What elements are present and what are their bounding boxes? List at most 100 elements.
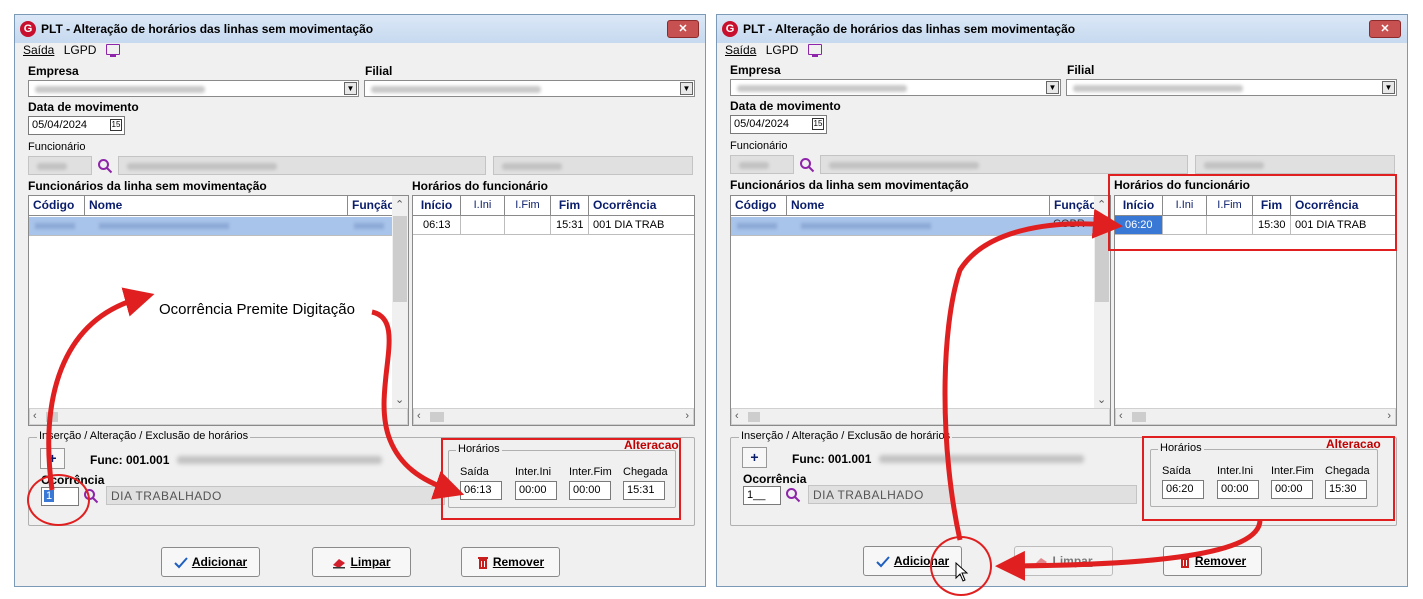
- col-funcao[interactable]: Função: [1050, 196, 1097, 215]
- limpar-label: Limpar: [1052, 554, 1093, 568]
- horizontal-scrollbar[interactable]: ‹: [731, 408, 1110, 425]
- table-row[interactable]: [29, 217, 392, 236]
- grid-header: Código Nome Função: [29, 196, 408, 216]
- table-row[interactable]: 06:13 15:31 001 DIA TRAB: [413, 216, 694, 235]
- trash-icon: [477, 557, 488, 570]
- chevron-left-icon[interactable]: ‹: [417, 410, 421, 422]
- col-fim[interactable]: Fim: [551, 196, 589, 215]
- adicionar-label: Adicionar: [191, 555, 248, 569]
- menu-saida[interactable]: Saída: [23, 43, 54, 57]
- remover-button[interactable]: Remover: [1163, 546, 1262, 576]
- chevron-down-icon[interactable]: ⌄: [1097, 393, 1106, 406]
- highlight-circle: [930, 536, 992, 596]
- chevron-down-icon[interactable]: ⌄: [395, 393, 404, 406]
- cell-ifim[interactable]: [505, 216, 551, 234]
- eraser-icon: [1035, 557, 1048, 568]
- filial-select[interactable]: ▼: [1066, 79, 1397, 96]
- chevron-down-icon[interactable]: ▼: [1382, 81, 1395, 94]
- col-nome[interactable]: Nome: [85, 196, 348, 215]
- data-movimento-field[interactable]: 05/04/2024 15: [28, 116, 125, 135]
- chevron-down-icon[interactable]: ▼: [680, 82, 693, 95]
- empresa-label: Empresa: [730, 63, 781, 77]
- search-icon[interactable]: [799, 157, 815, 173]
- monitor-icon[interactable]: [807, 44, 822, 57]
- col-iini[interactable]: I.Ini: [461, 196, 505, 215]
- ocorrencia-code-input[interactable]: 1__: [743, 486, 781, 505]
- ocorrencia-desc-field: DIA TRABALHADO: [808, 485, 1137, 504]
- funcionario-label: Funcionário: [730, 140, 788, 152]
- chevron-up-icon[interactable]: ⌃: [395, 198, 404, 211]
- col-funcao[interactable]: Função: [348, 196, 395, 215]
- insercao-title: Inserção / Alteração / Exclusão de horár…: [739, 430, 953, 442]
- col-nome[interactable]: Nome: [787, 196, 1050, 215]
- chevron-right-icon[interactable]: ›: [1387, 410, 1391, 422]
- chevron-left-icon[interactable]: ‹: [33, 410, 37, 422]
- data-movimento-field[interactable]: 05/04/2024 15: [730, 115, 827, 134]
- func-label: Func: 001.001: [90, 453, 170, 467]
- table-row[interactable]: COBR: [731, 217, 1094, 236]
- cell-iini[interactable]: [461, 216, 505, 234]
- remover-label: Remover: [1194, 554, 1247, 568]
- limpar-button[interactable]: Limpar: [1014, 546, 1113, 576]
- menu-lgpd[interactable]: LGPD: [766, 43, 799, 57]
- callout-text: Ocorrência Premite Digitação: [159, 301, 355, 318]
- close-button[interactable]: ✕: [667, 20, 699, 38]
- chevron-up-icon[interactable]: ⌃: [1097, 198, 1106, 211]
- search-icon[interactable]: [97, 158, 113, 174]
- funcionario-label: Funcionário: [28, 141, 86, 153]
- empresa-select[interactable]: ▼: [28, 80, 359, 97]
- title-bar: G PLT - Alteração de horários das linhas…: [717, 15, 1407, 43]
- menu-saida[interactable]: Saída: [725, 43, 756, 57]
- horizontal-scrollbar[interactable]: ‹: [29, 408, 408, 425]
- empresa-select[interactable]: ▼: [730, 79, 1061, 96]
- horarios-grid: Início I.Ini I.Fim Fim Ocorrência 06:13 …: [412, 195, 695, 426]
- cell-fim[interactable]: 15:31: [551, 216, 589, 234]
- chevron-down-icon[interactable]: ▼: [1046, 81, 1059, 94]
- col-codigo[interactable]: Código: [29, 196, 85, 215]
- horizontal-scrollbar[interactable]: ‹ ›: [413, 408, 694, 425]
- data-movimento-label: Data de movimento: [730, 99, 841, 113]
- remover-label: Remover: [492, 555, 545, 569]
- menu-bar: Saída LGPD: [23, 43, 126, 59]
- filial-label: Filial: [365, 64, 393, 78]
- horarios-func-label: Horários do funcionário: [412, 179, 549, 193]
- col-codigo[interactable]: Código: [731, 196, 787, 215]
- menu-lgpd[interactable]: LGPD: [64, 43, 97, 57]
- ocorrencia-desc-value: DIA TRABALHADO: [813, 488, 924, 502]
- check-icon: [174, 557, 188, 569]
- col-inicio[interactable]: Início: [413, 196, 461, 215]
- menu-bar: Saída LGPD: [725, 43, 828, 59]
- col-ifim[interactable]: I.Fim: [505, 196, 551, 215]
- filial-select[interactable]: ▼: [364, 80, 695, 97]
- calendar-icon[interactable]: 15: [812, 118, 824, 130]
- chevron-right-icon[interactable]: ›: [685, 410, 689, 422]
- adicionar-button[interactable]: Adicionar: [161, 547, 260, 577]
- monitor-icon[interactable]: [105, 44, 120, 57]
- funcionario-code-field[interactable]: [28, 156, 92, 175]
- date-value: 05/04/2024: [32, 119, 88, 131]
- horizontal-scrollbar[interactable]: ‹ ›: [1115, 408, 1396, 425]
- add-horario-button[interactable]: +: [40, 448, 65, 469]
- remover-button[interactable]: Remover: [461, 547, 560, 577]
- chevron-left-icon[interactable]: ‹: [1119, 410, 1123, 422]
- add-horario-button[interactable]: +: [742, 447, 767, 468]
- close-button[interactable]: ✕: [1369, 20, 1401, 38]
- funcionario-extra-field: [493, 156, 693, 175]
- cell-ocorrencia[interactable]: 001 DIA TRAB: [589, 216, 694, 234]
- funcionario-extra-field: [1195, 155, 1395, 174]
- col-ocorrencia[interactable]: Ocorrência: [589, 196, 694, 215]
- cell-inicio[interactable]: 06:13: [413, 216, 461, 234]
- limpar-label: Limpar: [350, 555, 391, 569]
- window-title: PLT - Alteração de horários das linhas s…: [41, 22, 374, 36]
- vertical-scrollbar[interactable]: ⌃ ⌄: [392, 196, 408, 408]
- limpar-button[interactable]: Limpar: [312, 547, 411, 577]
- funcao-cell: COBR: [1053, 218, 1085, 230]
- highlight-circle: [27, 474, 90, 526]
- search-icon[interactable]: [785, 487, 801, 503]
- chevron-down-icon[interactable]: ▼: [344, 82, 357, 95]
- date-value: 05/04/2024: [734, 118, 790, 130]
- data-movimento-label: Data de movimento: [28, 100, 139, 114]
- funcionario-code-field[interactable]: [730, 155, 794, 174]
- calendar-icon[interactable]: 15: [110, 119, 122, 131]
- chevron-left-icon[interactable]: ‹: [735, 410, 739, 422]
